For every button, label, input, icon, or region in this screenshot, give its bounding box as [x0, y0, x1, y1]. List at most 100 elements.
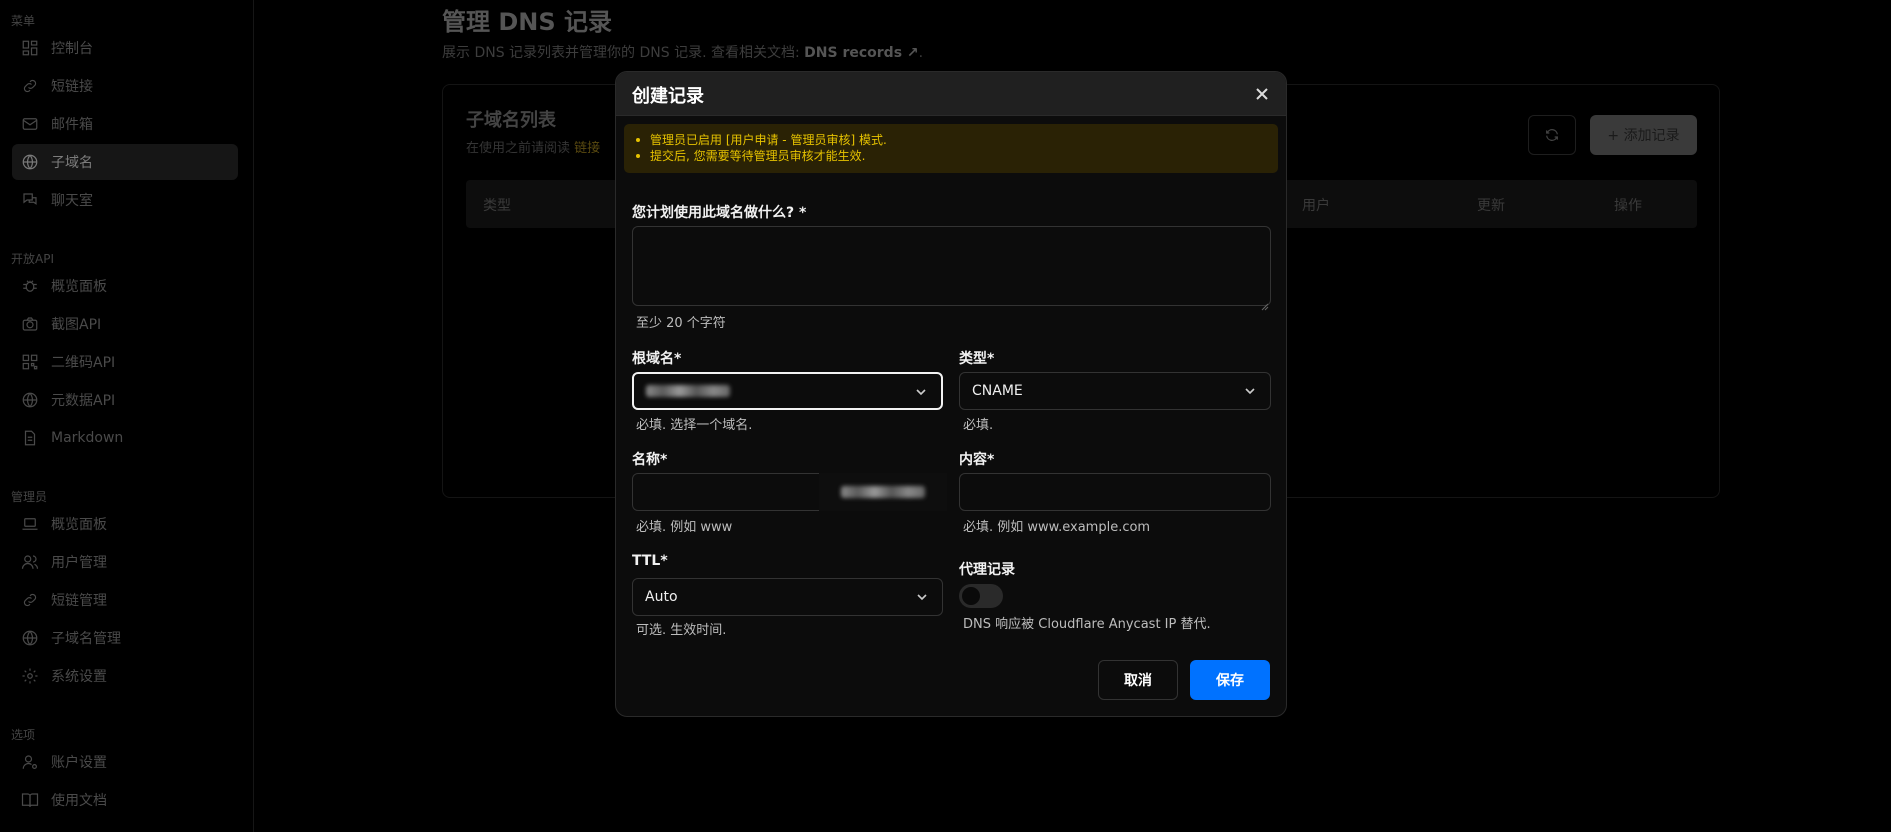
ttl-value: Auto: [645, 589, 678, 605]
sidebar-item[interactable]: 用户管理: [12, 544, 238, 580]
laptop-icon: [20, 514, 40, 534]
add-record-button[interactable]: + 添加记录: [1590, 115, 1697, 155]
notice-text-2: 提交后, 您需要等待管理员审核才能生效.: [650, 149, 866, 163]
purpose-textarea[interactable]: [632, 226, 1271, 306]
sidebar-item-label: 使用文档: [51, 793, 107, 809]
dns-records-link[interactable]: DNS records ↗: [804, 45, 918, 61]
globe-icon: [20, 390, 40, 410]
ttl-select[interactable]: Auto: [632, 578, 943, 616]
sidebar-item-label: 聊天室: [51, 193, 93, 209]
sidebar-item[interactable]: 元数据API: [12, 382, 238, 418]
sidebar-item-label: 短链接: [51, 79, 93, 95]
sidebar-section-label: 开放API: [11, 252, 54, 266]
sidebar-item-label: Markdown: [51, 430, 124, 446]
sidebar-item[interactable]: 控制台: [12, 30, 238, 66]
name-label: 名称*: [632, 452, 668, 468]
type-value: CNAME: [972, 383, 1023, 399]
purpose-label: 您计划使用此域名做什么? *: [632, 205, 807, 221]
th-type: 类型: [483, 198, 511, 214]
type-select[interactable]: CNAME: [959, 372, 1271, 410]
root-domain-label: 根域名*: [632, 351, 682, 367]
sidebar-item[interactable]: 子域名: [12, 144, 238, 180]
content-input[interactable]: [959, 473, 1271, 511]
sidebar-item-label: 控制台: [51, 41, 93, 57]
page-desc-suffix: .: [918, 45, 924, 61]
card-description: 在使用之前请阅读 链接: [466, 137, 600, 156]
domain-suffix: [819, 473, 947, 511]
notice-line: 管理员已启用 [用户申请 - 管理员审核] 模式.: [636, 132, 1278, 148]
sidebar-item-label: 邮件箱: [51, 117, 93, 133]
sidebar-item-label: 截图API: [51, 317, 102, 333]
name-help: 必填. 例如 www: [636, 520, 733, 535]
globe-icon: [20, 152, 40, 172]
sidebar-item-label: 系统设置: [51, 669, 107, 685]
sidebar-item[interactable]: 截图API: [12, 306, 238, 342]
th-actions: 操作: [1614, 198, 1642, 214]
bullet-icon: [636, 138, 640, 142]
sidebar-item-label: 短链管理: [51, 593, 107, 609]
cancel-button[interactable]: 取消: [1098, 660, 1178, 700]
globe-icon: [20, 628, 40, 648]
sidebar-item[interactable]: 邮件箱: [12, 106, 238, 142]
sidebar-item[interactable]: 子域名管理: [12, 620, 238, 656]
sidebar-item[interactable]: 账户设置: [12, 744, 238, 780]
th-user: 用户: [1302, 198, 1330, 214]
bullet-icon: [636, 154, 640, 158]
chevron-down-icon: [915, 386, 927, 398]
refresh-icon: [1546, 129, 1558, 141]
chevron-down-icon: [1244, 385, 1256, 397]
sidebar-item[interactable]: 短链管理: [12, 582, 238, 618]
sidebar: 菜单 控制台 短链接 邮件箱 子域名 聊天室 开放API 概览面板 截图API 二维码API 元数据…: [0, 0, 254, 832]
review-notice: 管理员已启用 [用户申请 - 管理员审核] 模式. 提交后, 您需要等待管理员审…: [624, 124, 1278, 173]
sidebar-item[interactable]: 概览面板: [12, 506, 238, 542]
page-title: 管理 DNS 记录: [442, 8, 613, 36]
sidebar-section-label: 菜单: [11, 14, 36, 28]
dialog-title: 创建记录: [632, 86, 704, 107]
type-label: 类型*: [959, 351, 995, 367]
link-icon: [20, 590, 40, 610]
refresh-button[interactable]: [1528, 115, 1576, 155]
link-icon: [20, 76, 40, 96]
sidebar-item[interactable]: 二维码API: [12, 344, 238, 380]
content-help: 必填. 例如 www.example.com: [963, 520, 1151, 535]
sidebar-item-label: 子域名管理: [51, 631, 121, 647]
sidebar-item-label: 概览面板: [51, 517, 107, 533]
redacted-domain: [646, 385, 730, 397]
page-description: 展示 DNS 记录列表并管理你的 DNS 记录. 查看相关文档: DNS rec…: [442, 42, 923, 62]
sidebar-item[interactable]: 概览面板: [12, 268, 238, 304]
page-desc-text: 展示 DNS 记录列表并管理你的 DNS 记录. 查看相关文档:: [442, 45, 805, 61]
card-desc-text: 在使用之前请阅读: [466, 141, 575, 156]
sidebar-item-label: 账户设置: [51, 755, 107, 771]
card-desc-link[interactable]: 链接: [574, 141, 600, 156]
close-icon: [1256, 88, 1268, 100]
users-icon: [20, 552, 40, 572]
save-button[interactable]: 保存: [1190, 660, 1270, 700]
notice-text-1: 管理员已启用 [用户申请 - 管理员审核] 模式.: [650, 133, 887, 147]
sidebar-section-label: 选项: [11, 728, 36, 742]
purpose-help: 至少 20 个字符: [636, 316, 726, 331]
close-button[interactable]: [1252, 84, 1272, 104]
bug-icon: [20, 276, 40, 296]
sidebar-item[interactable]: 系统设置: [12, 658, 238, 694]
sidebar-item[interactable]: 使用文档: [12, 782, 238, 818]
sidebar-item[interactable]: Markdown: [12, 420, 238, 456]
gear-icon: [20, 666, 40, 686]
sidebar-item[interactable]: 聊天室: [12, 182, 238, 218]
card-title: 子域名列表: [466, 110, 556, 131]
th-updated: 更新: [1477, 198, 1505, 214]
sidebar-item-label: 二维码API: [51, 355, 116, 371]
root-domain-help: 必填. 选择一个域名.: [636, 418, 753, 433]
book-icon: [20, 790, 40, 810]
root-domain-select[interactable]: [632, 372, 943, 410]
redacted-suffix: [841, 486, 925, 498]
dashboard-icon: [20, 38, 40, 58]
mail-icon: [20, 114, 40, 134]
resize-handle-icon[interactable]: [1261, 296, 1269, 311]
content-label: 内容*: [959, 452, 995, 468]
notice-line: 提交后, 您需要等待管理员审核才能生效.: [636, 148, 1278, 164]
proxy-label: 代理记录: [959, 562, 1015, 578]
sidebar-item[interactable]: 短链接: [12, 68, 238, 104]
proxy-toggle[interactable]: [959, 584, 1003, 608]
camera-icon: [20, 314, 40, 334]
sidebar-item-label: 用户管理: [51, 555, 107, 571]
